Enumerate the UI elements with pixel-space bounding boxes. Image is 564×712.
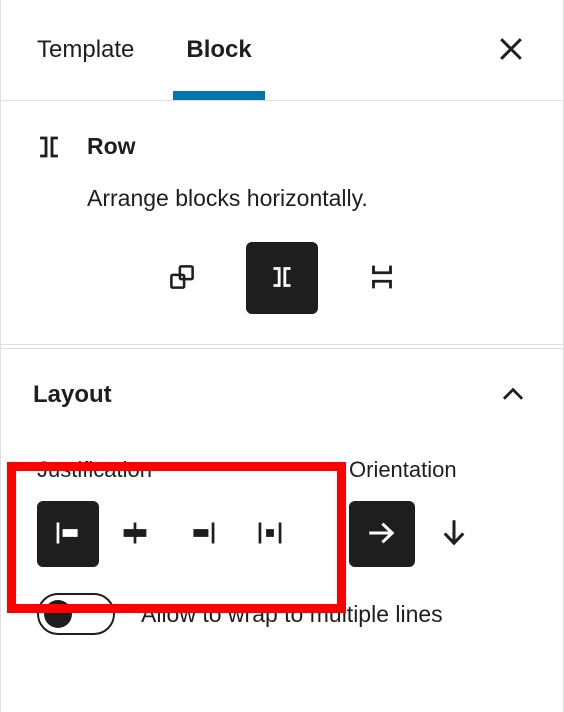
group-icon <box>165 260 199 297</box>
wrap-toggle[interactable] <box>37 593 115 636</box>
close-button[interactable] <box>493 32 529 68</box>
justification-control: Justification <box>1 439 302 568</box>
arrow-right-icon <box>364 515 400 554</box>
justify-left-icon <box>50 515 86 554</box>
sidebar-tab-bar: Template Block <box>1 0 563 101</box>
layout-panel-title: Layout <box>33 381 112 409</box>
block-description: Arrange blocks horizontally. <box>87 185 368 211</box>
justify-space-between-button[interactable] <box>240 501 302 567</box>
row-icon <box>29 127 69 167</box>
justify-center-button[interactable] <box>105 501 167 567</box>
toggle-knob <box>44 600 72 629</box>
justify-right-icon <box>185 515 221 554</box>
orientation-label: Orientation <box>349 457 457 483</box>
layout-panel-header[interactable]: Layout <box>1 349 563 439</box>
tab-block-label: Block <box>186 36 252 63</box>
stack-icon <box>365 260 399 297</box>
orientation-vertical-button[interactable] <box>421 501 487 567</box>
layout-panel: Layout Justification Orientation Allow t… <box>1 348 563 636</box>
tab-template-label: Template <box>37 36 135 63</box>
orientation-options <box>349 501 487 568</box>
row-icon <box>265 260 299 297</box>
layout-panel-collapse-button[interactable] <box>493 375 533 415</box>
orientation-horizontal-button[interactable] <box>349 501 415 568</box>
variation-stack-button[interactable] <box>346 242 418 314</box>
block-variation-picker <box>29 242 535 315</box>
tab-template[interactable]: Template <box>11 0 160 100</box>
arrow-down-icon <box>436 515 472 554</box>
justify-left-button[interactable] <box>37 501 99 568</box>
block-title-row: Row <box>29 127 535 167</box>
variation-row-button[interactable] <box>246 242 318 315</box>
block-card: Row Arrange blocks horizontally. <box>1 101 563 346</box>
block-settings-sidebar: Template Block Row Arrange blocks horizo… <box>0 0 564 712</box>
wrap-toggle-label: Allow to wrap to multiple lines <box>141 600 443 627</box>
wrap-toggle-row: Allow to wrap to multiple lines <box>1 567 563 636</box>
block-title: Row <box>87 133 136 160</box>
justify-center-icon <box>117 515 153 554</box>
justification-options <box>37 501 302 568</box>
close-icon <box>496 34 526 67</box>
justification-label: Justification <box>37 457 152 483</box>
chevron-up-icon <box>498 379 528 412</box>
tab-block[interactable]: Block <box>160 0 277 100</box>
justify-right-button[interactable] <box>172 501 234 567</box>
variation-group-button[interactable] <box>146 242 218 314</box>
orientation-control: Orientation <box>301 439 487 568</box>
justify-space-between-icon <box>252 515 288 554</box>
layout-controls-row: Justification Orientation <box>1 439 563 568</box>
